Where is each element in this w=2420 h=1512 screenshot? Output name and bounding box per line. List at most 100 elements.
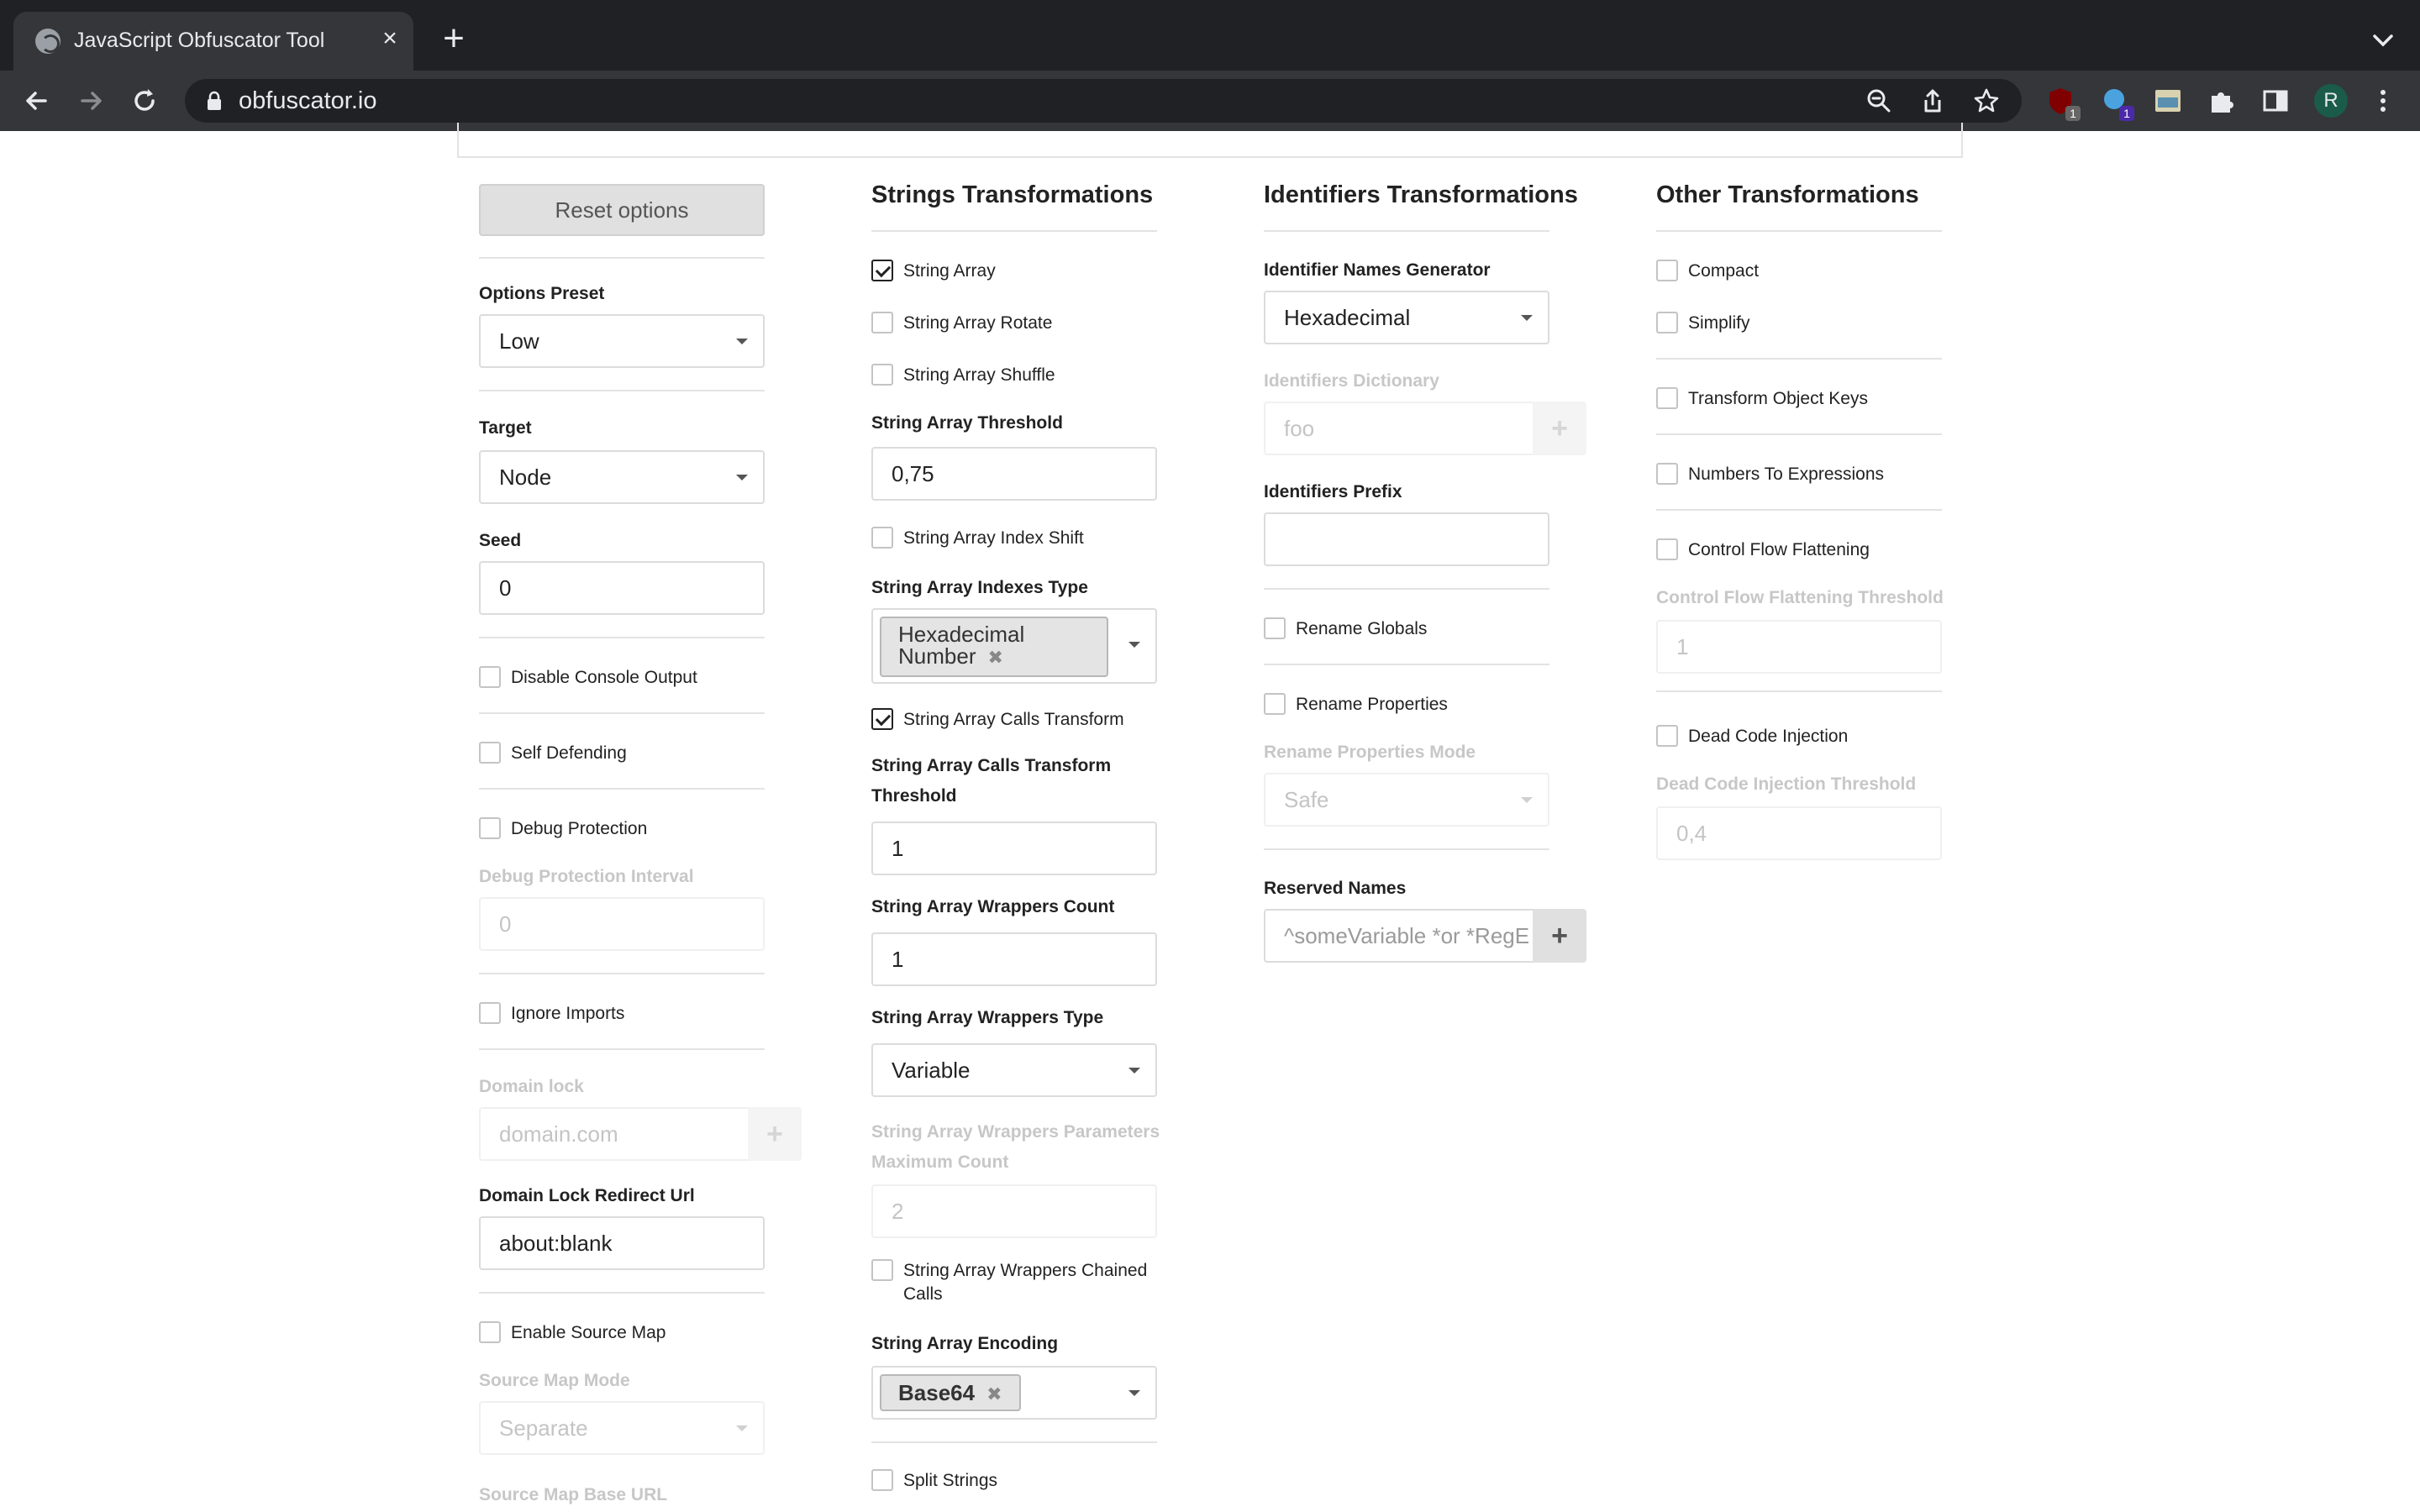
checkbox-box[interactable] bbox=[1656, 725, 1678, 747]
checkbox-box[interactable] bbox=[479, 817, 501, 839]
checkbox-box[interactable] bbox=[871, 260, 893, 281]
sidepanel-icon[interactable] bbox=[2260, 86, 2291, 116]
wrappers-params-max-label-line1: String Array Wrappers Parameters bbox=[871, 1122, 1160, 1142]
checkbox-label: Split Strings bbox=[903, 1471, 998, 1490]
names-generator-label: Identifier Names Generator bbox=[1264, 260, 1491, 280]
close-icon[interactable]: × bbox=[376, 24, 403, 54]
wrappers-params-max-label-line2: Maximum Count bbox=[871, 1152, 1009, 1172]
lock-icon[interactable] bbox=[205, 91, 224, 111]
checkbox-box[interactable] bbox=[871, 708, 893, 730]
forward-arrow-icon[interactable] bbox=[74, 84, 108, 118]
divider bbox=[479, 1048, 765, 1050]
divider bbox=[1656, 230, 1942, 232]
chip-text-line1: Hexadecimal bbox=[898, 622, 1025, 647]
zoom-icon[interactable] bbox=[1865, 87, 1892, 114]
chip-text: Base64 bbox=[898, 1380, 976, 1405]
identifiers-prefix-input[interactable] bbox=[1264, 512, 1549, 566]
remove-chip-icon[interactable]: ✖ bbox=[986, 1383, 1002, 1404]
checkbox-box[interactable] bbox=[1656, 387, 1678, 409]
domain-lock-redirect-input[interactable]: about:blank bbox=[479, 1216, 765, 1270]
checkbox-box[interactable] bbox=[871, 364, 893, 386]
reserved-names-input[interactable]: ^someVariable *or *RegE bbox=[1264, 909, 1534, 963]
string-array-indexes-type-select[interactable]: Hexadecimal Number ✖ bbox=[871, 608, 1157, 684]
cff-threshold-label: Control Flow Flattening Threshold bbox=[1656, 588, 1944, 607]
checkbox-box[interactable] bbox=[1264, 693, 1286, 715]
reserved-names-add-button[interactable]: + bbox=[1533, 909, 1586, 963]
string-array-indexes-type-label: String Array Indexes Type bbox=[871, 578, 1088, 597]
divider bbox=[1264, 848, 1549, 850]
new-tab-button[interactable]: + bbox=[437, 20, 471, 57]
wrappers-type-value: Variable bbox=[892, 1058, 971, 1083]
browser-window: JavaScript Obfuscator Tool × + obfuscato… bbox=[0, 0, 2420, 1512]
wrappers-count-input[interactable]: 1 bbox=[871, 932, 1157, 986]
calls-transform-threshold-label-line1: String Array Calls Transform bbox=[871, 756, 1112, 775]
rename-properties-mode-value: Safe bbox=[1284, 787, 1329, 812]
checkbox-box[interactable] bbox=[1264, 617, 1286, 639]
share-icon[interactable] bbox=[1919, 87, 1946, 114]
globe-icon bbox=[35, 29, 60, 54]
names-generator-value: Hexadecimal bbox=[1284, 305, 1411, 330]
seed-input[interactable]: 0 bbox=[479, 561, 765, 615]
checkbox-box[interactable] bbox=[871, 1259, 893, 1281]
calls-transform-threshold-label-line2: Threshold bbox=[871, 786, 957, 806]
wrappers-type-select[interactable]: Variable bbox=[871, 1043, 1157, 1097]
chevron-down-icon[interactable] bbox=[2368, 25, 2398, 55]
identifiers-prefix-label: Identifiers Prefix bbox=[1264, 482, 1402, 501]
divider bbox=[1264, 588, 1549, 590]
puzzle-icon[interactable] bbox=[2207, 86, 2237, 116]
string-array-threshold-input[interactable]: 0,75 bbox=[871, 447, 1157, 501]
address-bar[interactable]: obfuscator.io bbox=[185, 79, 2022, 123]
divider bbox=[1264, 230, 1549, 232]
browser-tab[interactable]: JavaScript Obfuscator Tool × bbox=[13, 12, 413, 71]
bookmark-star-icon[interactable] bbox=[1973, 87, 2000, 114]
rename-properties-mode-select: Safe bbox=[1264, 773, 1549, 827]
checkbox-label: String Array Rotate bbox=[903, 313, 1053, 333]
checkbox-label-line1: String Array Wrappers Chained bbox=[903, 1261, 1148, 1280]
checkbox-box[interactable] bbox=[1656, 260, 1678, 281]
checkbox-box[interactable] bbox=[479, 1321, 501, 1343]
checkbox-label: Transform Object Keys bbox=[1688, 389, 1868, 408]
rename-properties-mode-label: Rename Properties Mode bbox=[1264, 743, 1476, 762]
ublock-icon[interactable]: 1 bbox=[2045, 86, 2081, 121]
options-preset-select[interactable]: Low bbox=[479, 314, 765, 368]
profile-avatar[interactable]: R bbox=[2314, 84, 2348, 118]
divider bbox=[1656, 690, 1942, 692]
identifiers-dictionary-input: foo bbox=[1264, 402, 1534, 455]
encoding-chip: Base64 ✖ bbox=[880, 1374, 1021, 1411]
other-transformations-title: Other Transformations bbox=[1656, 181, 1919, 208]
source-map-mode-label: Source Map Mode bbox=[479, 1371, 630, 1390]
names-generator-select[interactable]: Hexadecimal bbox=[1264, 291, 1549, 344]
kebab-menu-icon[interactable] bbox=[2368, 86, 2398, 116]
caret-down-icon bbox=[736, 1425, 748, 1431]
remove-chip-icon[interactable]: ✖ bbox=[987, 647, 1002, 668]
reset-options-button[interactable]: Reset options bbox=[479, 184, 765, 236]
indexes-type-chip: Hexadecimal Number ✖ bbox=[880, 617, 1108, 677]
checkbox-box[interactable] bbox=[479, 666, 501, 688]
target-select[interactable]: Node bbox=[479, 450, 765, 504]
divider bbox=[479, 788, 765, 790]
reserved-names-label: Reserved Names bbox=[1264, 879, 1407, 898]
checkbox-box[interactable] bbox=[1656, 463, 1678, 485]
checkbox-box[interactable] bbox=[479, 1002, 501, 1024]
checkbox-label: Simplify bbox=[1688, 313, 1750, 333]
image-extension-icon[interactable] bbox=[2153, 86, 2183, 116]
checkbox-box[interactable] bbox=[479, 742, 501, 764]
string-array-encoding-select[interactable]: Base64 ✖ bbox=[871, 1366, 1157, 1420]
options-preset-label: Options Preset bbox=[479, 284, 605, 303]
checkbox-box[interactable] bbox=[871, 1469, 893, 1491]
back-arrow-icon[interactable] bbox=[20, 84, 54, 118]
editor-box-edge bbox=[457, 123, 1963, 158]
strings-transformations-title: Strings Transformations bbox=[871, 181, 1154, 208]
checkbox-box[interactable] bbox=[1656, 538, 1678, 560]
debug-protection-interval-input: 0 bbox=[479, 897, 765, 951]
calls-transform-threshold-input[interactable]: 1 bbox=[871, 822, 1157, 875]
checkbox-box[interactable] bbox=[1656, 312, 1678, 333]
extension-icon[interactable]: 1 bbox=[2099, 86, 2134, 121]
reload-icon[interactable] bbox=[128, 84, 161, 118]
checkbox-box[interactable] bbox=[871, 527, 893, 549]
domain-lock-input: domain.com bbox=[479, 1107, 750, 1161]
checkbox-label: Ignore Imports bbox=[511, 1004, 625, 1023]
url-text[interactable]: obfuscator.io bbox=[239, 87, 376, 115]
checkbox-box[interactable] bbox=[871, 312, 893, 333]
divider bbox=[479, 712, 765, 714]
